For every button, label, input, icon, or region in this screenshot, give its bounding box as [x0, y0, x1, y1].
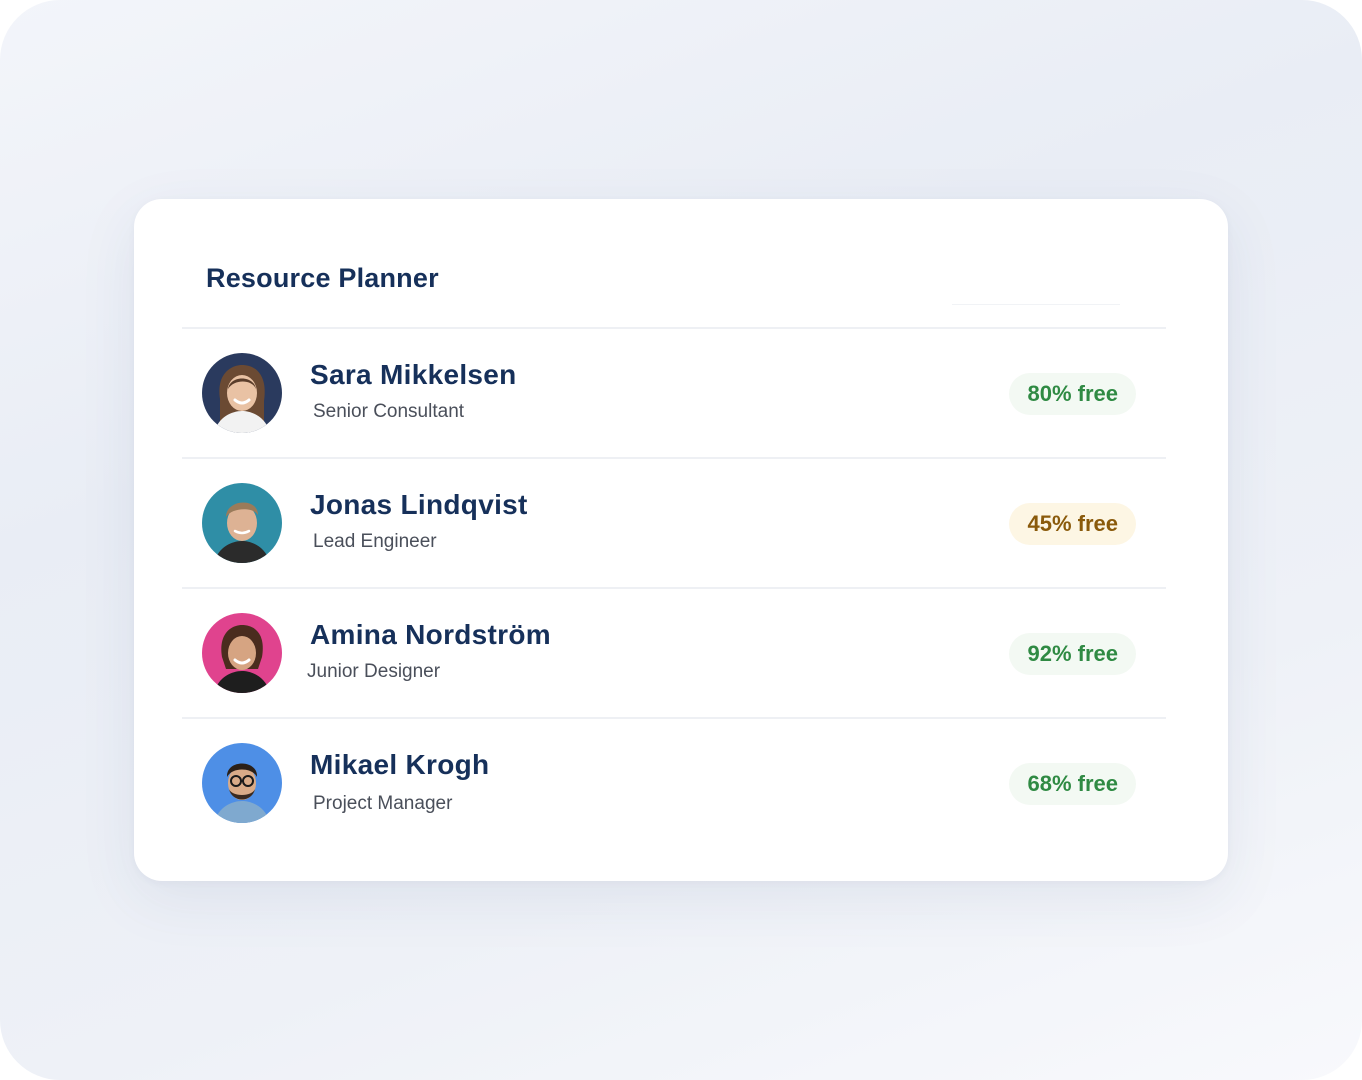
- background-frame: Resource Planner Sara Mikkelsen Senior C…: [0, 0, 1362, 1080]
- person-avatar-icon: [202, 483, 282, 563]
- panel-title: Resource Planner: [206, 263, 439, 293]
- person-role: Senior Consultant: [313, 401, 465, 422]
- person-name: Amina Nordström: [310, 619, 551, 650]
- list-item[interactable]: Mikael Krogh Project Manager 68% free: [182, 719, 1166, 847]
- avatar: [202, 353, 282, 433]
- person-name: Sara Mikkelsen: [310, 359, 517, 390]
- list-item[interactable]: Jonas Lindqvist Lead Engineer 45% free: [182, 459, 1166, 589]
- avatar: [202, 743, 282, 823]
- availability-badge: 80% free: [1009, 373, 1136, 415]
- person-avatar-icon: [202, 353, 282, 433]
- avatar: [202, 613, 282, 693]
- availability-badge: 92% free: [1009, 633, 1136, 675]
- list-item[interactable]: Sara Mikkelsen Senior Consultant 80% fre…: [182, 329, 1166, 459]
- availability-badge: 45% free: [1009, 503, 1136, 545]
- list-item[interactable]: Amina Nordström Junior Designer 92% free: [182, 589, 1166, 719]
- availability-badge: 68% free: [1009, 763, 1136, 805]
- person-avatar-icon: [202, 613, 282, 693]
- person-name: Mikael Krogh: [310, 749, 490, 780]
- person-name: Jonas Lindqvist: [310, 489, 528, 520]
- avatar: [202, 483, 282, 563]
- person-avatar-icon: [202, 743, 282, 823]
- person-role: Project Manager: [313, 793, 453, 814]
- divider: [952, 304, 1120, 305]
- resource-planner-card: Resource Planner Sara Mikkelsen Senior C…: [134, 199, 1228, 881]
- person-role: Lead Engineer: [313, 531, 437, 552]
- people-list: Sara Mikkelsen Senior Consultant 80% fre…: [182, 329, 1166, 847]
- person-role: Junior Designer: [307, 661, 441, 682]
